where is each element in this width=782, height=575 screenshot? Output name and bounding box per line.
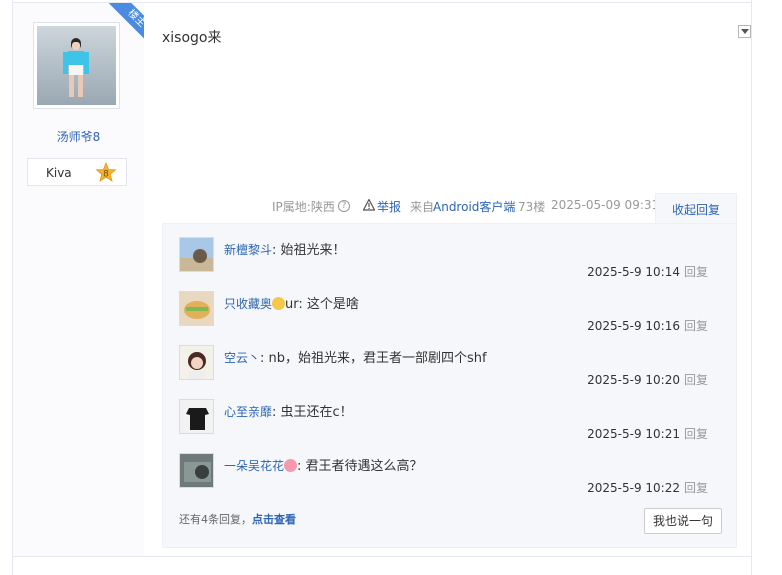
reply-time: 2025-5-9 10:16: [587, 319, 680, 333]
collapse-replies-label: 收起回复: [672, 203, 721, 217]
reply-panel: 新檀黎斗: 始祖光来！ 2025-5-9 10:14 回复 只收藏奥 ur: 这个是…: [162, 223, 737, 548]
chevron-down-icon: [741, 29, 749, 34]
reply-time: 2025-5-9 10:22: [587, 481, 680, 495]
reply-item: 心至亲靡: 虫王还在c！ 2025-5-9 10:21 回复: [179, 399, 724, 449]
reply-item: 新檀黎斗: 始祖光来！ 2025-5-9 10:14 回复: [179, 237, 724, 287]
reply-text: : 虫王还在c！: [272, 405, 353, 420]
emoji-icon: [272, 297, 286, 310]
reply-button[interactable]: 回复: [684, 319, 708, 333]
reply-text: : nb，始祖光来，君王者一部剧四个shf: [260, 351, 487, 366]
forum-badge-label: Kiva: [46, 166, 72, 180]
from-label: 来自: [410, 200, 435, 214]
reply-avatar[interactable]: [179, 399, 214, 434]
reply-time: 2025-5-9 10:14: [587, 265, 680, 279]
flower-icon: [284, 459, 298, 472]
reply-avatar[interactable]: [179, 453, 214, 488]
reply-avatar[interactable]: [179, 291, 214, 326]
reply-button[interactable]: 回复: [684, 427, 708, 441]
reply-avatar[interactable]: [179, 345, 214, 380]
report-link[interactable]: 举报: [377, 198, 401, 215]
reply-avatar[interactable]: [179, 237, 214, 272]
reply-username[interactable]: 只收藏奥: [224, 297, 272, 311]
reply-username-suffix: ur: [285, 297, 299, 312]
more-replies: 还有4条回复，点击查看: [179, 511, 296, 527]
op-badge: 楼主: [104, 3, 144, 43]
reply-username[interactable]: 空云丶: [224, 351, 260, 365]
add-reply-button[interactable]: 我也说一句: [644, 508, 722, 534]
op-badge-label: 楼主: [109, 3, 144, 43]
reply-username[interactable]: 一朵吴花花: [224, 459, 284, 473]
floor-number: 73楼: [518, 200, 546, 214]
author-name[interactable]: 汤师爷8: [13, 128, 144, 145]
post-time: 2025-05-09 09:31: [551, 198, 660, 212]
reply-item: 一朵吴花花 : 君王者待遇这么高？ 2025-5-9 10:22 回复: [179, 453, 724, 503]
level-star-icon: 8: [95, 162, 117, 182]
post-menu-button[interactable]: [738, 25, 751, 38]
reply-text: : 君王者待遇这么高？: [297, 459, 423, 474]
more-replies-text: 还有4条回复，: [179, 513, 252, 526]
reply-time: 2025-5-9 10:21: [587, 427, 680, 441]
bottom-divider: [12, 556, 752, 557]
level-number: 8: [103, 170, 109, 180]
warning-icon: [363, 199, 375, 211]
view-more-link[interactable]: 点击查看: [252, 513, 296, 526]
reply-button[interactable]: 回复: [684, 481, 708, 495]
ip-location: IP属地:陕西: [272, 200, 335, 214]
collapse-replies-tab[interactable]: 收起回复: [655, 193, 737, 224]
forum-badge[interactable]: Kiva 8: [27, 158, 127, 186]
help-icon[interactable]: ?: [338, 200, 350, 212]
reply-username[interactable]: 新檀黎斗: [224, 243, 272, 257]
reply-time: 2025-5-9 10:20: [587, 373, 680, 387]
reply-text: : 这个是啥: [298, 297, 359, 312]
reply-text: : 始祖光来！: [272, 243, 346, 258]
post-content: xisogo来: [162, 30, 222, 46]
reply-item: 空云丶: nb，始祖光来，君王者一部剧四个shf 2025-5-9 10:20 回…: [179, 345, 724, 395]
reply-item: 只收藏奥 ur: 这个是啥 2025-5-9 10:16 回复: [179, 291, 724, 341]
reply-button[interactable]: 回复: [684, 373, 708, 387]
client-link[interactable]: Android客户端: [433, 198, 515, 215]
reply-username[interactable]: 心至亲靡: [224, 405, 272, 419]
reply-button[interactable]: 回复: [684, 265, 708, 279]
